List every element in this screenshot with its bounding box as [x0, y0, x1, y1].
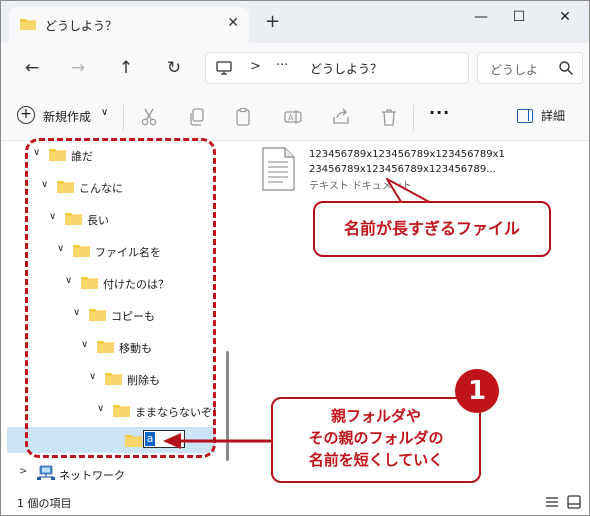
- callout-line: 親フォルダや: [330, 407, 421, 425]
- cut-icon[interactable]: [139, 107, 159, 127]
- chevron-right-icon[interactable]: >: [250, 59, 261, 74]
- up-button[interactable]: ↑: [115, 57, 137, 79]
- highlight-dashed-frame: [25, 138, 216, 458]
- tiles-view-icon[interactable]: [567, 495, 581, 509]
- svg-text:A: A: [288, 114, 294, 123]
- command-bar: + 新規作成 ∨ A ··· 詳細: [1, 93, 589, 141]
- new-button-label: 新規作成: [43, 110, 92, 124]
- callout-shorten-parents: 親フォルダや その親のフォルダの 名前を短くしていく: [271, 397, 481, 483]
- file-name-line-1: 123456789x123456789x123456789x1: [309, 149, 505, 160]
- delete-icon[interactable]: [379, 107, 399, 127]
- rename-icon[interactable]: A: [283, 107, 303, 127]
- details-pane-icon: [517, 109, 533, 123]
- close-window-button[interactable]: ✕: [555, 9, 575, 29]
- folder-icon: [20, 19, 36, 30]
- tab-title: どうしよう？: [45, 19, 118, 33]
- paste-icon[interactable]: [233, 107, 253, 127]
- share-icon[interactable]: [331, 107, 351, 127]
- file-name-line-2: 23456789x123456789x123456789...: [309, 164, 496, 175]
- title-bar: どうしよう？ ✕ + — ☐ ✕: [1, 1, 589, 43]
- new-tab-button[interactable]: +: [265, 13, 280, 31]
- callout-line: 名前を短くしていく: [308, 451, 444, 469]
- computer-icon: [216, 61, 232, 75]
- copy-icon[interactable]: [187, 107, 207, 127]
- more-options-button[interactable]: ···: [429, 103, 450, 122]
- tab-close-icon[interactable]: ✕: [227, 15, 239, 31]
- file-explorer-window: どうしよう？ ✕ + — ☐ ✕ ← → ↑ ↻ > ··· どうしよう？ どう…: [0, 0, 590, 516]
- address-path[interactable]: どうしよう？: [310, 60, 382, 77]
- item-count: 1 個の項目: [17, 497, 72, 510]
- plus-icon: +: [17, 106, 35, 124]
- vertical-scrollbar[interactable]: [226, 351, 229, 461]
- toolbar-divider: [123, 105, 124, 131]
- file-item[interactable]: 123456789x123456789x123456789x1 23456789…: [261, 147, 581, 197]
- callout-line: その親のフォルダの: [308, 429, 444, 447]
- details-view-icon[interactable]: [545, 495, 559, 509]
- chevron-down-icon: ∨: [101, 107, 109, 118]
- status-bar: 1 個の項目: [1, 487, 589, 515]
- search-input[interactable]: どうしよ: [490, 61, 538, 78]
- tree-item-label: ネットワーク: [59, 469, 125, 482]
- refresh-button[interactable]: ↻: [163, 57, 185, 79]
- search-box[interactable]: どうしよ: [477, 52, 583, 84]
- chevron-right-icon[interactable]: >: [19, 466, 27, 477]
- address-more-button[interactable]: ···: [276, 58, 288, 73]
- text-document-icon: [262, 147, 295, 191]
- callout-long-filename: 名前が長すぎるファイル: [313, 201, 551, 257]
- navigation-bar: ← → ↑ ↻ > ··· どうしよう？ どうしよ: [1, 43, 589, 93]
- search-icon: [559, 61, 574, 76]
- network-icon: [37, 465, 55, 480]
- file-name: 123456789x123456789x123456789x1 23456789…: [309, 147, 509, 177]
- tab-current-folder[interactable]: どうしよう？ ✕: [9, 7, 249, 43]
- file-type: テキスト ドキュメント: [309, 181, 412, 192]
- maximize-button[interactable]: ☐: [509, 9, 529, 29]
- toolbar-divider: [413, 105, 414, 131]
- back-button[interactable]: ←: [21, 57, 43, 79]
- forward-button[interactable]: →: [67, 57, 89, 79]
- details-label: 詳細: [541, 109, 566, 123]
- step-number-badge: 1: [455, 369, 499, 413]
- minimize-button[interactable]: —: [471, 9, 491, 29]
- address-bar[interactable]: > ··· どうしよう？: [205, 52, 469, 84]
